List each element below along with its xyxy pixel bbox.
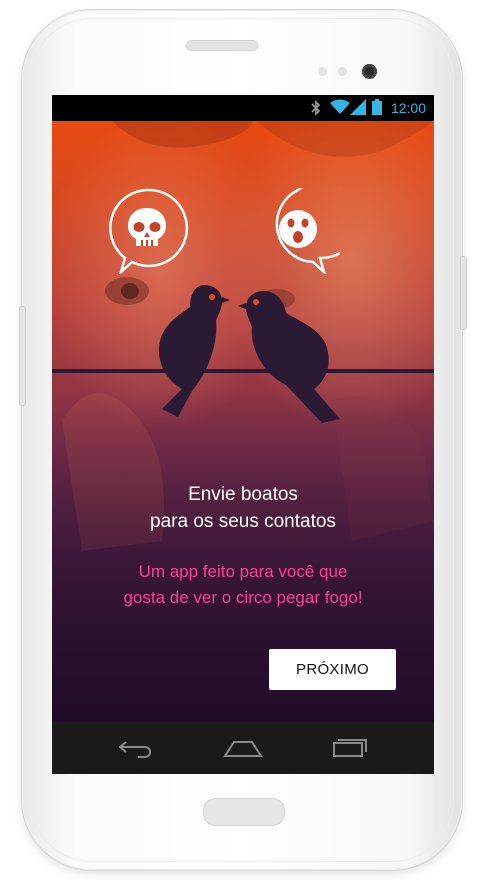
battery-icon: [372, 99, 382, 115]
status-bar: 12:00: [52, 95, 434, 121]
bird-icon: [238, 291, 340, 423]
power-button: [460, 256, 467, 330]
signal-icon: [350, 99, 366, 115]
bluetooth-icon: [311, 100, 321, 116]
navigation-bar: [52, 722, 434, 774]
earpiece-speaker: [186, 40, 258, 51]
subtitle-line-2: gosta de ver o circo pegar fogo!: [123, 588, 363, 607]
back-icon[interactable]: [116, 736, 156, 760]
onboarding-screen: Envie boatos para os seus contatos Um ap…: [52, 121, 434, 722]
status-time: 12:00: [390, 100, 426, 116]
light-sensor: [338, 67, 347, 76]
bird-icon: [158, 285, 230, 417]
skull-icon: [128, 208, 166, 246]
volume-button: [19, 306, 26, 406]
headline: Envie boatos para os seus contatos: [52, 481, 434, 535]
subtitle-line-1: Um app feito para você que: [138, 562, 348, 581]
recent-apps-icon[interactable]: [330, 734, 370, 758]
subtitle: Um app feito para você que gosta de ver …: [52, 559, 434, 611]
proximity-sensor: [318, 67, 327, 76]
phone-screen: 12:00 Envie boatos para os seus contatos…: [52, 95, 434, 774]
wifi-icon: [330, 99, 350, 114]
front-camera: [362, 64, 377, 79]
hardware-home-button[interactable]: [203, 798, 285, 826]
next-button[interactable]: PRÓXIMO: [269, 649, 396, 690]
headline-line-2: para os seus contatos: [150, 511, 336, 532]
headline-line-1: Envie boatos: [188, 484, 298, 505]
home-icon[interactable]: [223, 736, 263, 760]
shocked-face-icon: [279, 210, 317, 248]
